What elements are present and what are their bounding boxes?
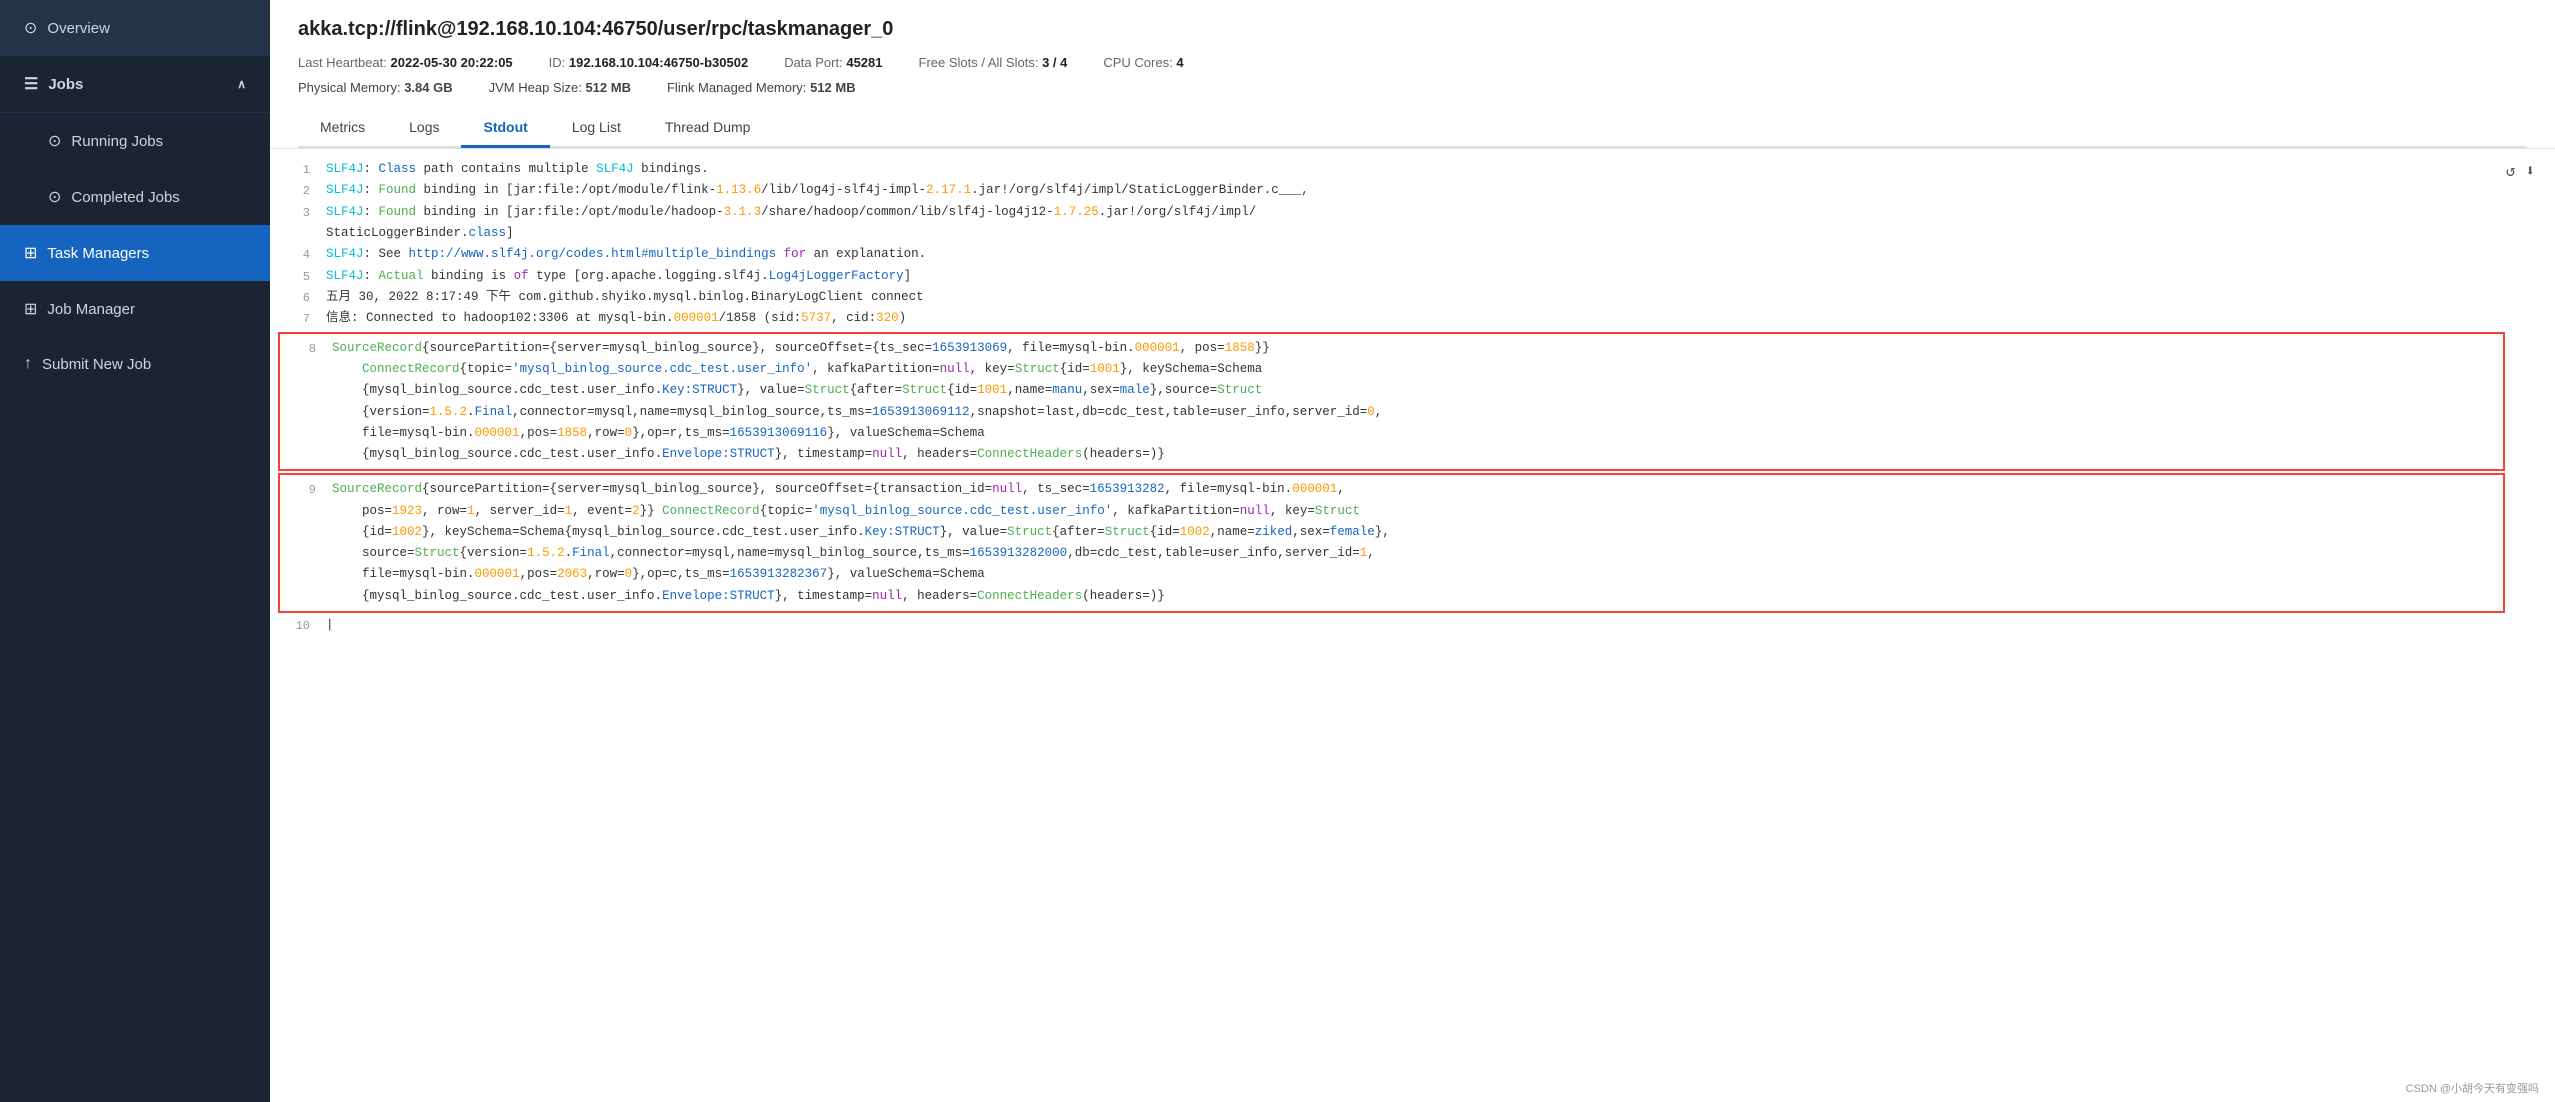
tab-thread-dump[interactable]: Thread Dump xyxy=(643,109,773,148)
cpu-cores-label: CPU Cores: 4 xyxy=(1103,55,1183,70)
code-line-10: 10 | xyxy=(270,615,2555,636)
sidebar-item-running-jobs[interactable]: ⊙ Running Jobs xyxy=(0,113,270,169)
data-port-label: Data Port: 45281 xyxy=(784,55,882,70)
meta-row-1: Last Heartbeat: 2022-05-30 20:22:05 ID: … xyxy=(298,55,2527,70)
highlight-box-8: 8 SourceRecord{sourcePartition={server=m… xyxy=(278,332,2505,472)
sidebar-task-managers-label: Task Managers xyxy=(47,245,149,262)
sidebar-item-task-managers[interactable]: ⊞ Task Managers xyxy=(0,225,270,281)
tab-logs[interactable]: Logs xyxy=(387,109,461,148)
sidebar-running-jobs-label: Running Jobs xyxy=(71,133,163,150)
content-area: ↺ ⬇ 1 SLF4J: Class path contains multipl… xyxy=(270,149,2555,1102)
csdn-footer: CSDN @小胡今天有变强吗 xyxy=(2406,1080,2539,1096)
main-header: akka.tcp://flink@192.168.10.104:46750/us… xyxy=(270,0,2555,149)
download-icon[interactable]: ⬇ xyxy=(2525,159,2535,186)
overview-icon: ⊙ xyxy=(24,18,37,38)
sidebar-item-overview[interactable]: ⊙ Overview xyxy=(0,0,270,56)
physical-memory: Physical Memory: 3.84 GB xyxy=(298,80,453,95)
tab-stdout[interactable]: Stdout xyxy=(461,109,549,148)
free-slots-label: Free Slots / All Slots: 3 / 4 xyxy=(919,55,1068,70)
code-line-8: 8 SourceRecord{sourcePartition={server=m… xyxy=(280,334,2503,470)
refresh-icon[interactable]: ↺ xyxy=(2506,159,2516,186)
sidebar-submit-new-job-label: Submit New Job xyxy=(42,356,151,373)
code-line-9: 9 SourceRecord{sourcePartition={server=m… xyxy=(280,475,2503,611)
sidebar-job-manager-label: Job Manager xyxy=(47,301,135,318)
main-content: akka.tcp://flink@192.168.10.104:46750/us… xyxy=(270,0,2555,1102)
code-line-3: 3 SLF4J: Found binding in [jar:file:/opt… xyxy=(270,202,2555,245)
code-line-7: 7 信息: Connected to hadoop102:3306 at mys… xyxy=(270,308,2555,329)
jvm-heap: JVM Heap Size: 512 MB xyxy=(489,80,631,95)
task-managers-icon: ⊞ xyxy=(24,243,37,263)
code-line-2: 2 SLF4J: Found binding in [jar:file:/opt… xyxy=(270,180,2555,201)
code-line-5: 5 SLF4J: Actual binding is of type [org.… xyxy=(270,266,2555,287)
sidebar-item-job-manager[interactable]: ⊞ Job Manager xyxy=(0,281,270,337)
sidebar-completed-jobs-label: Completed Jobs xyxy=(71,189,179,206)
job-manager-icon: ⊞ xyxy=(24,299,37,319)
tab-metrics[interactable]: Metrics xyxy=(298,109,387,148)
sidebar-item-submit-new-job[interactable]: ↑ Submit New Job xyxy=(0,337,270,391)
sidebar-jobs-label: Jobs xyxy=(48,76,83,93)
running-jobs-icon: ⊙ xyxy=(48,131,61,151)
sidebar: ⊙ Overview ☰ Jobs ∧ ⊙ Running Jobs ⊙ Com… xyxy=(0,0,270,1102)
sidebar-item-completed-jobs[interactable]: ⊙ Completed Jobs xyxy=(0,169,270,225)
sidebar-item-jobs[interactable]: ☰ Jobs ∧ xyxy=(0,56,270,113)
tabs: Metrics Logs Stdout Log List Thread Dump xyxy=(298,109,2527,148)
completed-jobs-icon: ⊙ xyxy=(48,187,61,207)
jobs-icon: ☰ xyxy=(24,74,38,94)
last-heartbeat-label: Last Heartbeat: 2022-05-30 20:22:05 xyxy=(298,55,513,70)
tab-log-list[interactable]: Log List xyxy=(550,109,643,148)
stdout-code-block: ↺ ⬇ 1 SLF4J: Class path contains multipl… xyxy=(270,149,2555,646)
highlight-box-9: 9 SourceRecord{sourcePartition={server=m… xyxy=(278,473,2505,613)
meta-row-2: Physical Memory: 3.84 GB JVM Heap Size: … xyxy=(298,80,2527,95)
toolbar-icons: ↺ ⬇ xyxy=(2506,159,2535,186)
sidebar-overview-label: Overview xyxy=(47,20,110,37)
code-line-6: 6 五月 30, 2022 8:17:49 下午 com.github.shyi… xyxy=(270,287,2555,308)
page-title: akka.tcp://flink@192.168.10.104:46750/us… xyxy=(298,18,2527,41)
flink-managed-memory: Flink Managed Memory: 512 MB xyxy=(667,80,856,95)
code-line-1: 1 SLF4J: Class path contains multiple SL… xyxy=(270,159,2555,180)
submit-new-job-icon: ↑ xyxy=(24,355,32,373)
code-line-4: 4 SLF4J: See http://www.slf4j.org/codes.… xyxy=(270,244,2555,265)
jobs-chevron-icon: ∧ xyxy=(237,77,246,91)
id-label: ID: 192.168.10.104:46750-b30502 xyxy=(549,55,749,70)
